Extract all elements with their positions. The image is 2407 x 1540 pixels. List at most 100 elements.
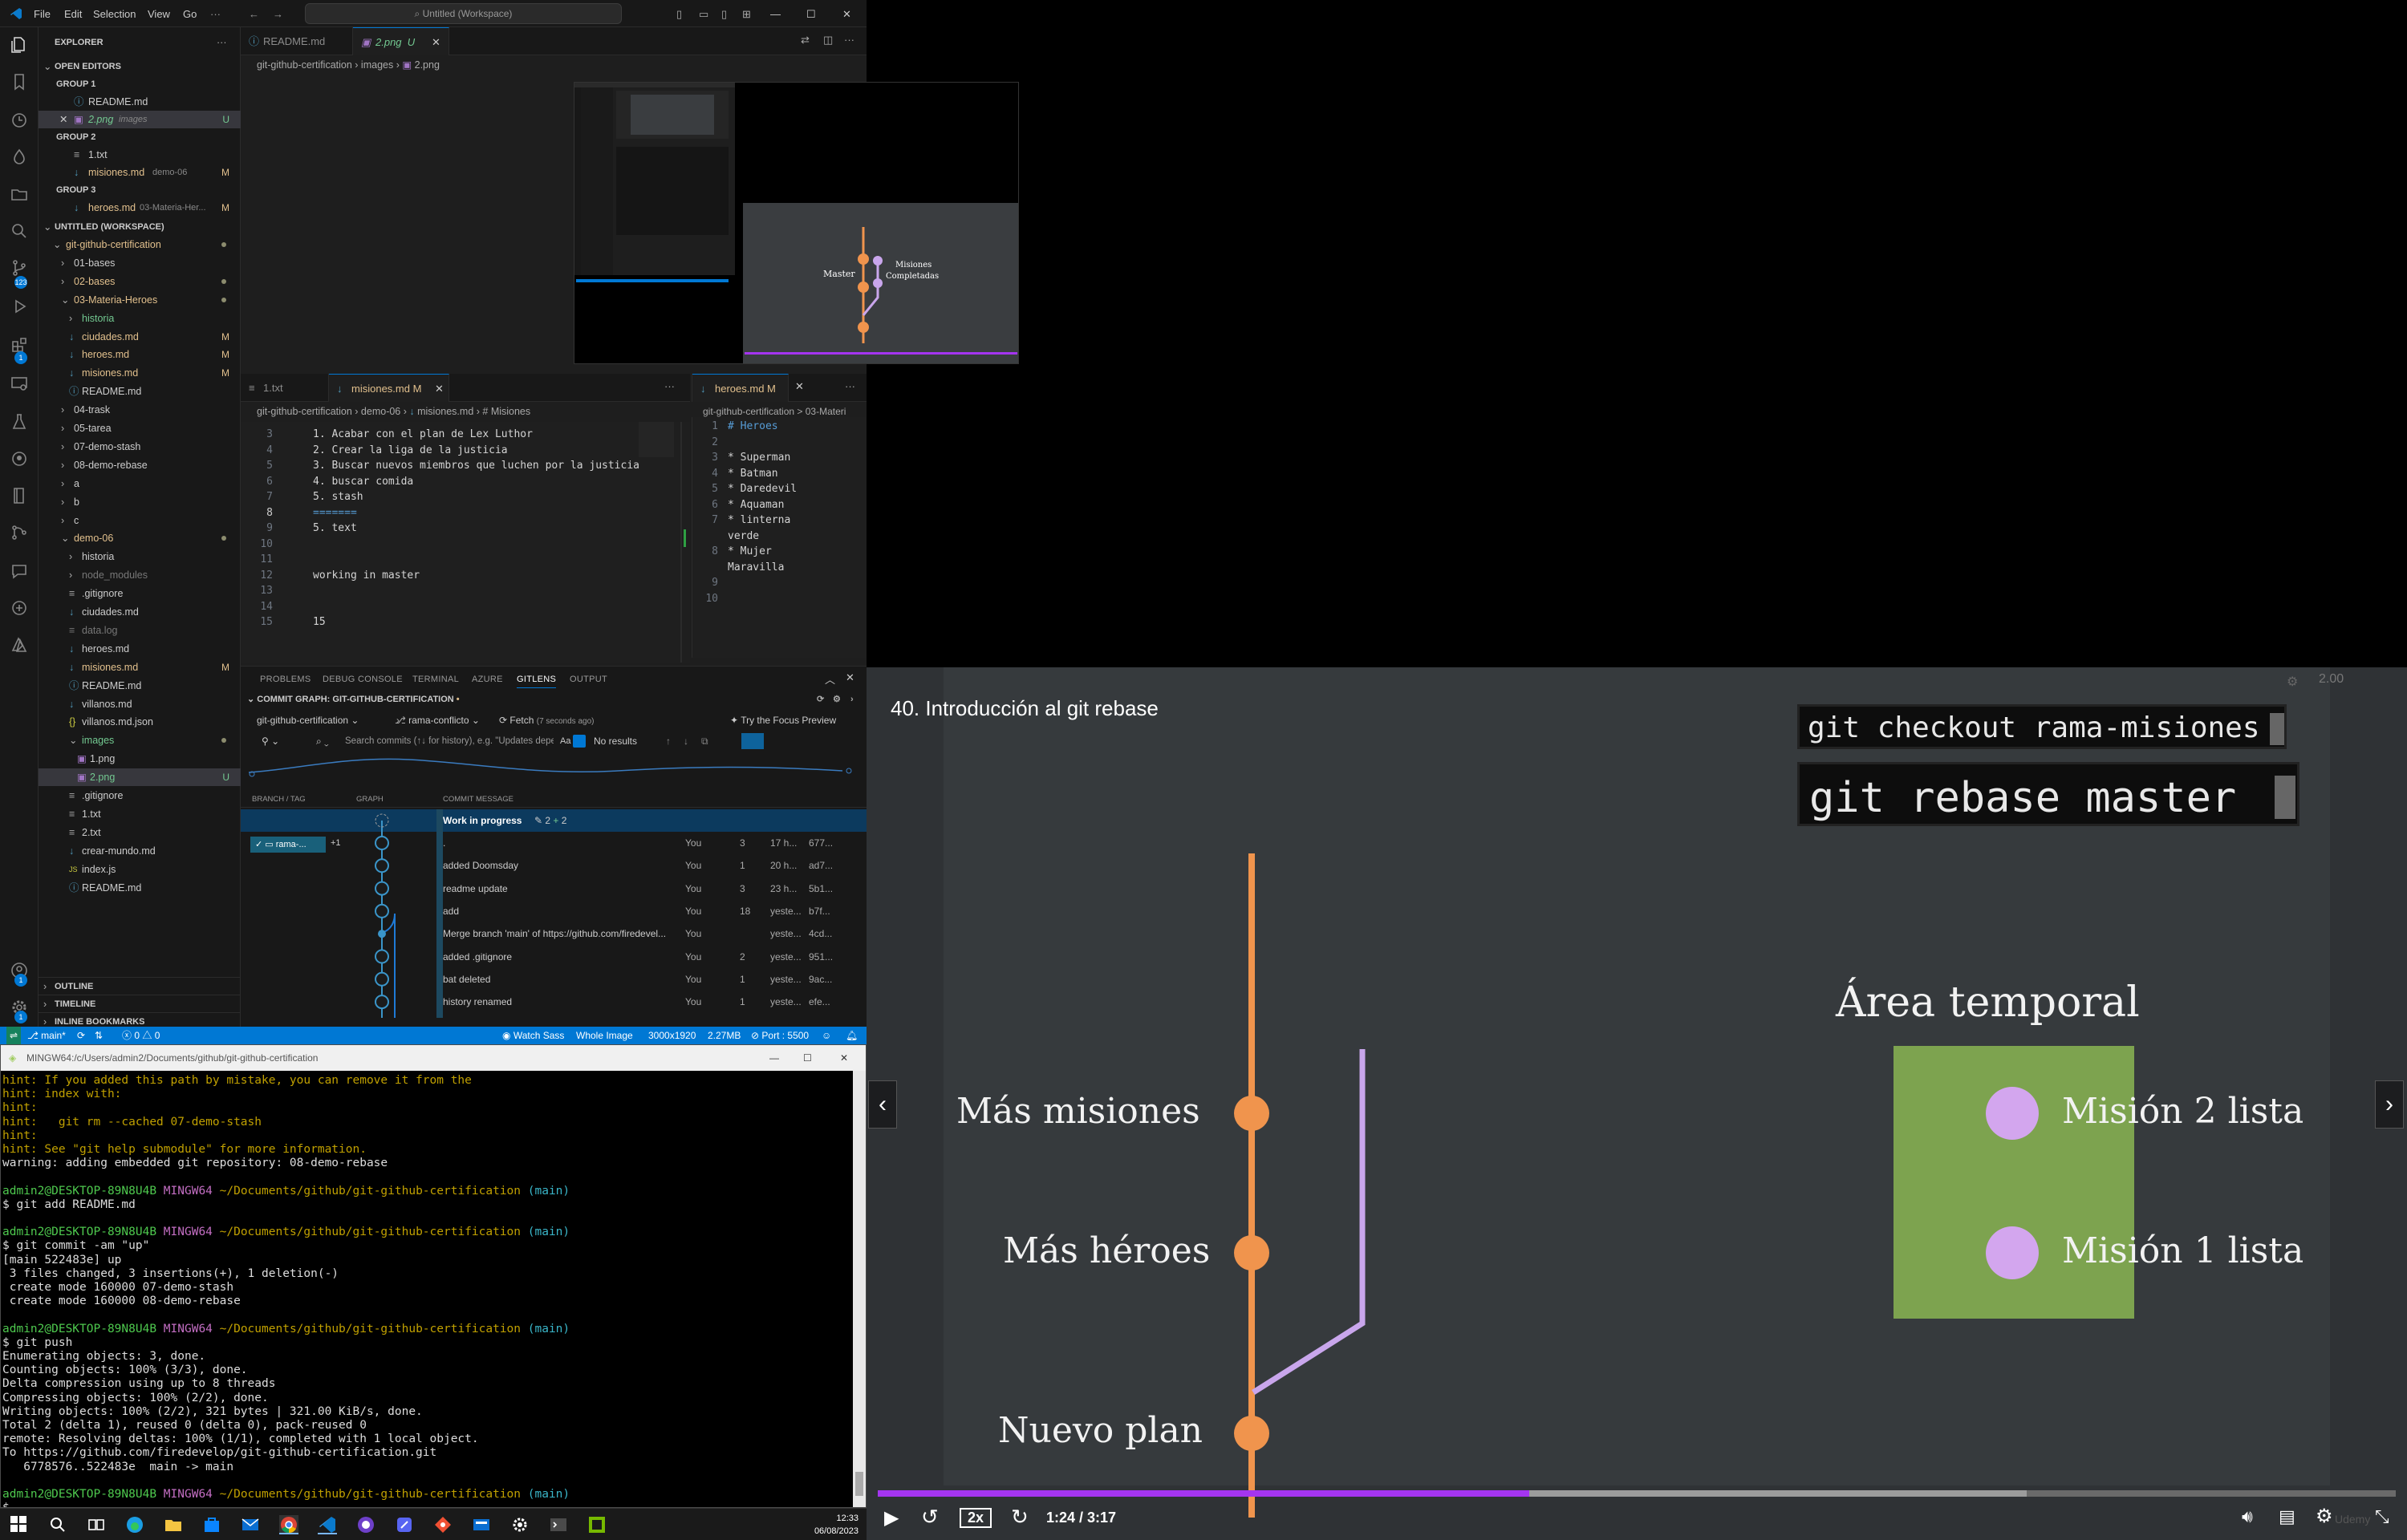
commit-search-input[interactable]: Search commits (↑↓ for history), e.g. "U… [345,732,554,751]
tree-item[interactable]: › a [39,475,241,492]
repo-picker[interactable]: git-github-certification ⌄ [257,711,359,730]
open-editor-readme[interactable]: ⓘ README.md [39,93,241,111]
breadcrumb-item[interactable]: git-github-certification [257,406,352,417]
gitlens-icon[interactable] [10,598,29,618]
edge-browser-icon[interactable] [125,1515,144,1534]
close-icon[interactable]: ✕ [842,8,851,21]
breadcrumb-item[interactable]: misiones.md [417,406,473,417]
tree-item[interactable]: JS index.js [39,861,241,878]
book-icon[interactable] [10,486,29,505]
tree-item[interactable]: › 04-trask [39,401,241,419]
tree-item[interactable]: ≡ .gitignore [39,585,241,602]
open-editor-heroes[interactable]: ↓ heroes.md 03-Materia-Her... M [39,199,241,217]
terminal-output[interactable]: hint: If you added this path by mistake,… [1,1071,853,1507]
open-editors-header[interactable]: OPEN EDITORS [55,58,121,75]
exit-fullscreen-icon[interactable]: ⤡ [2375,1506,2389,1527]
commit-row[interactable]: added .gitignore You 2 yeste... 951... [241,946,867,968]
tab-output[interactable]: OUTPUT [570,675,607,684]
tab-debug-console[interactable]: DEBUG CONSOLE [323,675,403,684]
match-case-button[interactable]: Aa [560,732,570,751]
tree-item[interactable]: ≡ data.log [39,622,241,639]
chevron-down-icon[interactable]: ⌄ [43,58,51,75]
tree-item[interactable]: ⌄ images [39,732,241,749]
sync-icon[interactable]: ⟳ [77,1027,85,1044]
settings-gear-icon[interactable]: ⚙ [2316,1505,2333,1528]
next-lecture-button[interactable]: › [2375,1080,2404,1129]
problems-status[interactable]: ⓧ 0 △ 0 [122,1027,160,1044]
branch-picker[interactable]: ⎇ rama-conflicto ⌄ [395,711,480,730]
tree-item[interactable]: ≡ 1.txt [39,805,241,823]
close-icon[interactable]: ✕ [432,28,440,56]
command-center-search[interactable]: ⌕ Untitled (Workspace) [305,3,622,24]
video-player[interactable]: 40. Introducción al git rebase ⚙ 2.00 gi… [867,667,2407,1540]
open-editor-txt[interactable]: ≡ 1.txt [39,146,241,164]
publish-icon[interactable]: ⇅ [95,1027,103,1044]
windows-start-icon[interactable] [10,1515,29,1534]
toggle-panel-icon[interactable]: ▭ [699,8,708,21]
refresh-icon[interactable]: ⟳ [817,691,824,708]
minimap[interactable] [639,422,674,457]
more-actions-icon[interactable]: ··· [845,380,855,392]
back-arrow-icon[interactable]: ← [249,8,259,20]
tab-problems[interactable]: PROBLEMS [260,675,311,684]
search-icon[interactable] [10,221,29,241]
close-icon[interactable]: ✕ [435,375,444,403]
tree-item[interactable]: › b [39,493,241,511]
minimap-toggle[interactable] [741,733,764,749]
tree-item[interactable]: ↓ misiones.md M [39,364,241,382]
playback-speed-button[interactable]: 2x [960,1508,992,1528]
breadcrumb-item[interactable]: 2.png [415,59,440,71]
toggle-sidebar-icon[interactable]: ▯ [676,8,682,21]
captions-icon[interactable]: ▤ [2279,1506,2295,1527]
app-icon[interactable] [472,1515,491,1534]
toggle-secondary-sidebar-icon[interactable]: ▯ [721,8,727,21]
menu-edit[interactable]: Edit [64,8,82,20]
tree-item[interactable]: › 01-bases [39,254,241,272]
run-debug-icon[interactable] [10,297,29,316]
commit-row[interactable]: history renamed You 1 yeste... efe... [241,991,867,1013]
tree-item[interactable]: › historia [39,548,241,565]
chevron-right-icon[interactable]: › [43,978,47,995]
watch-sass-button[interactable]: ◉ Watch Sass [502,1027,564,1044]
tree-item[interactable]: {} villanos.md.json [39,713,241,731]
chevron-down-icon[interactable]: ⌄ [43,218,51,236]
tree-item[interactable]: › 07-demo-stash [39,438,241,456]
tab-terminal[interactable]: TERMINAL [412,675,459,684]
tree-item[interactable]: ⓘ README.md [39,879,241,897]
tree-item[interactable]: ⌄ demo-06 [39,529,241,547]
drop-icon[interactable] [10,148,29,167]
close-icon[interactable]: ✕ [840,1045,848,1071]
tree-item[interactable]: › node_modules [39,566,241,584]
tree-item[interactable]: ↓ ciudades.md [39,603,241,621]
terminal-app-icon[interactable] [549,1515,568,1534]
workspace-header[interactable]: UNTITLED (WORKSPACE) [55,218,164,236]
rewind-5-icon[interactable]: ↺ [921,1505,939,1530]
minimize-icon[interactable]: — [769,1045,779,1071]
breadcrumb-item[interactable]: images [361,59,393,71]
tree-item[interactable]: ≡ 2.txt [39,824,241,841]
comments-icon[interactable] [10,561,29,581]
tab-2png[interactable]: ▣ 2.png U ✕ [353,27,449,55]
maximize-icon[interactable]: ☐ [806,8,816,21]
tree-item[interactable]: › 02-bases [39,273,241,290]
more-actions-icon[interactable]: ··· [664,380,675,392]
folders-icon[interactable] [10,184,29,204]
regex-toggle[interactable] [573,735,586,748]
github-icon[interactable] [10,449,29,468]
timeline-header[interactable]: TIMELINE [55,995,95,1013]
testing-icon[interactable] [10,412,29,432]
tree-item[interactable]: › 08-demo-rebase [39,456,241,474]
breadcrumb-item[interactable]: # Misiones [482,406,530,417]
tab-heroes[interactable]: ↓ heroes.md M [692,374,789,402]
tree-item[interactable]: › 05-tarea [39,419,241,437]
more-menu-icon[interactable]: ··· [210,8,221,20]
open-editor-misiones[interactable]: ↓ misiones.md demo-06 M [39,164,241,181]
tree-item[interactable]: ↓ misiones.md M [39,659,241,676]
forward-arrow-icon[interactable]: → [273,8,283,20]
forward-5-icon[interactable]: ↻ [1011,1505,1029,1530]
source-control-icon[interactable] [10,258,29,278]
open-changes-icon[interactable]: ⇄ [801,34,810,47]
terminal-scrollbar[interactable] [853,1071,866,1507]
azure-icon[interactable] [10,635,29,654]
branch-status[interactable]: ⎇ main* [27,1027,66,1044]
